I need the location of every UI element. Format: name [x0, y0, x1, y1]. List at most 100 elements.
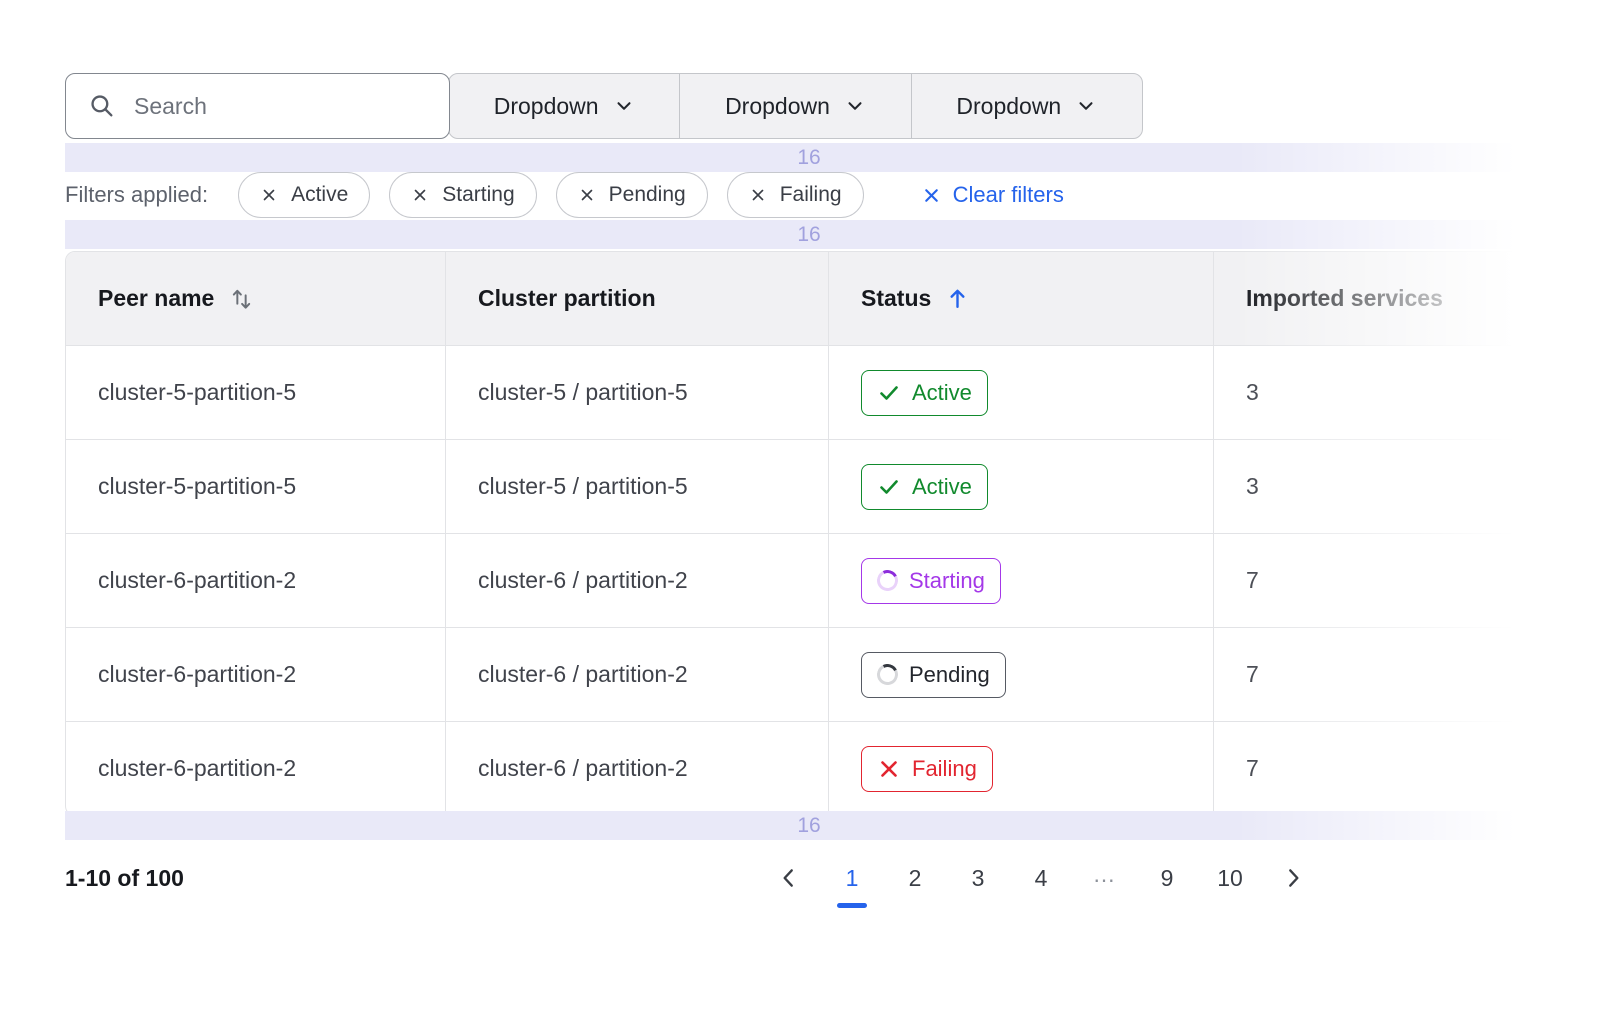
ellipsis-label: … [1093, 861, 1116, 887]
search-field[interactable] [132, 92, 437, 121]
spinner-icon [874, 661, 900, 687]
table-row: cluster-6-partition-2 cluster-6 / partit… [66, 721, 1552, 815]
peer-name-cell: cluster-5-partition-5 [66, 440, 446, 533]
status-badge-starting: Starting [861, 558, 1001, 604]
imported-services-cell: 7 [1214, 534, 1552, 627]
table-row: cluster-6-partition-2 cluster-6 / partit… [66, 533, 1552, 627]
column-header-cluster-partition: Cluster partition [446, 252, 829, 345]
page-number: 10 [1217, 865, 1243, 891]
status-badge-active: Active [861, 464, 988, 510]
status-cell: Pending [829, 628, 1214, 721]
toolbar: Dropdown Dropdown Dropdown [65, 73, 1143, 139]
next-page-button[interactable] [1273, 861, 1313, 895]
column-header-peer-name[interactable]: Peer name [66, 252, 446, 345]
page-number: 2 [909, 865, 922, 891]
imported-services-cell: 3 [1214, 440, 1552, 533]
peers-list-page: Dropdown Dropdown Dropdown 16 Filters ap… [0, 0, 1618, 1010]
column-label: Imported services [1246, 285, 1443, 312]
table-header-row: Peer name Cluster partition Status Impor… [66, 252, 1552, 345]
chevron-down-icon [613, 95, 635, 117]
cluster-partition-cell: cluster-6 / partition-2 [446, 628, 829, 721]
dropdown-label: Dropdown [725, 93, 830, 120]
peers-table: Peer name Cluster partition Status Impor… [65, 251, 1553, 816]
peer-name-cell: cluster-6-partition-2 [66, 722, 446, 815]
status-badge-pending: Pending [861, 652, 1006, 698]
page-button-3[interactable]: 3 [958, 861, 998, 895]
chevron-down-icon [1075, 95, 1097, 117]
cluster-partition-cell: cluster-6 / partition-2 [446, 722, 829, 815]
clear-filters-button[interactable]: Clear filters [921, 182, 1064, 208]
page-number: 9 [1161, 865, 1174, 891]
status-cell: Failing [829, 722, 1214, 815]
chip-label: Failing [780, 183, 842, 207]
spacing-indicator: 16 [65, 811, 1553, 840]
spacing-value: 16 [797, 146, 820, 170]
status-badge-active: Active [861, 370, 988, 416]
page-number: 4 [1035, 865, 1048, 891]
table-row: cluster-5-partition-5 cluster-5 / partit… [66, 345, 1552, 439]
status-badge-failing: Failing [861, 746, 993, 792]
x-icon [411, 186, 429, 204]
page-button-4[interactable]: 4 [1021, 861, 1061, 895]
spinner-icon [874, 567, 900, 593]
status-cell: Active [829, 440, 1214, 533]
chip-label: Active [291, 183, 348, 207]
spacing-indicator: 16 [65, 220, 1553, 249]
spacing-value: 16 [797, 223, 820, 247]
results-summary: 1-10 of 100 [65, 865, 184, 892]
dropdown-button-1[interactable]: Dropdown [449, 74, 679, 138]
peer-name-cell: cluster-6-partition-2 [66, 534, 446, 627]
column-header-status[interactable]: Status [829, 252, 1214, 345]
search-icon [88, 92, 116, 120]
filter-chip-failing[interactable]: Failing [727, 172, 864, 218]
page-button-9[interactable]: 9 [1147, 861, 1187, 895]
x-icon [921, 185, 942, 206]
peer-name-cell: cluster-6-partition-2 [66, 628, 446, 721]
status-label: Active [912, 474, 972, 500]
active-page-underline [837, 903, 867, 908]
chip-label: Pending [609, 183, 686, 207]
status-label: Starting [909, 568, 985, 594]
status-cell: Active [829, 346, 1214, 439]
chevron-down-icon [844, 95, 866, 117]
cluster-partition-cell: cluster-5 / partition-5 [446, 346, 829, 439]
x-icon [260, 186, 278, 204]
sort-arrows-icon [228, 285, 255, 312]
pagination: 1-10 of 100 1 2 3 4 … 9 10 [65, 846, 1553, 910]
filter-chip-starting[interactable]: Starting [389, 172, 536, 218]
page-button-10[interactable]: 10 [1210, 861, 1250, 895]
filters-applied-label: Filters applied: [65, 182, 208, 208]
column-header-imported-services: Imported services [1214, 252, 1552, 345]
chevron-right-icon [1280, 865, 1306, 891]
chip-label: Starting [442, 183, 514, 207]
sort-ascending-arrow-icon [945, 286, 970, 311]
dropdown-button-3[interactable]: Dropdown [911, 74, 1142, 138]
x-icon [877, 757, 901, 781]
dropdown-label: Dropdown [494, 93, 599, 120]
filter-chip-active[interactable]: Active [238, 172, 370, 218]
dropdown-group: Dropdown Dropdown Dropdown [448, 73, 1143, 139]
chevron-left-icon [776, 865, 802, 891]
cluster-partition-cell: cluster-5 / partition-5 [446, 440, 829, 533]
pagination-ellipsis: … [1084, 861, 1124, 895]
status-label: Failing [912, 756, 977, 782]
page-button-2[interactable]: 2 [895, 861, 935, 895]
column-label: Peer name [98, 285, 214, 312]
column-label: Status [861, 285, 931, 312]
page-number: 1 [846, 865, 859, 891]
page-button-1[interactable]: 1 [832, 861, 872, 895]
status-label: Pending [909, 662, 990, 688]
status-label: Active [912, 380, 972, 406]
x-icon [749, 186, 767, 204]
dropdown-button-2[interactable]: Dropdown [679, 74, 910, 138]
spacing-value: 16 [797, 814, 820, 838]
check-icon [877, 381, 901, 405]
search-input[interactable] [65, 73, 450, 139]
cluster-partition-cell: cluster-6 / partition-2 [446, 534, 829, 627]
clear-filters-label: Clear filters [953, 182, 1064, 208]
peer-name-cell: cluster-5-partition-5 [66, 346, 446, 439]
filter-chip-pending[interactable]: Pending [556, 172, 708, 218]
imported-services-cell: 3 [1214, 346, 1552, 439]
spacing-indicator: 16 [65, 143, 1553, 172]
previous-page-button[interactable] [769, 861, 809, 895]
